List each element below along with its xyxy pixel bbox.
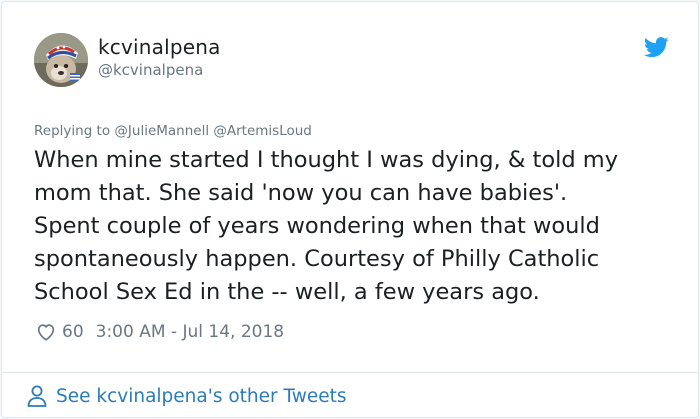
heart-icon[interactable]: [35, 321, 57, 343]
tweet-text-line: Spent couple of years wondering when tha…: [34, 213, 600, 239]
see-other-tweets-link[interactable]: See kcvinalpena's other Tweets: [26, 382, 347, 410]
tweet-timestamp[interactable]: 3:00 AM - Jul 14, 2018: [96, 322, 284, 342]
replying-to: Replying to @JulieMannell @ArtemisLoud: [34, 123, 312, 139]
tweet-text-line: spontaneously happen. Courtesy of Philly…: [34, 246, 600, 272]
avatar-image: [34, 33, 88, 87]
user-handle[interactable]: @kcvinalpena: [98, 61, 203, 79]
tweet-meta: 60 3:00 AM - Jul 14, 2018: [35, 320, 284, 344]
display-name[interactable]: kcvinalpena: [98, 35, 221, 59]
tweet-text: When mine started I thought I was dying,…: [34, 144, 674, 309]
tweet-text-line: mom that. She said 'now you can have bab…: [34, 180, 568, 206]
divider: [2, 372, 698, 373]
avatar[interactable]: [34, 33, 88, 87]
tweet-text-line: School Sex Ed in the -- well, a few year…: [34, 279, 540, 305]
reply-mentions-link[interactable]: @JulieMannell @ArtemisLoud: [114, 123, 311, 139]
see-other-tweets-label: See kcvinalpena's other Tweets: [56, 385, 347, 407]
replying-to-label: Replying to: [34, 123, 111, 139]
like-count[interactable]: 60: [62, 322, 84, 342]
person-icon: [26, 384, 48, 408]
twitter-bird-icon[interactable]: [644, 37, 669, 58]
tweet-text-line: When mine started I thought I was dying,…: [34, 147, 619, 173]
embedded-tweet-card: kcvinalpena @kcvinalpena Replying to @Ju…: [1, 1, 699, 418]
